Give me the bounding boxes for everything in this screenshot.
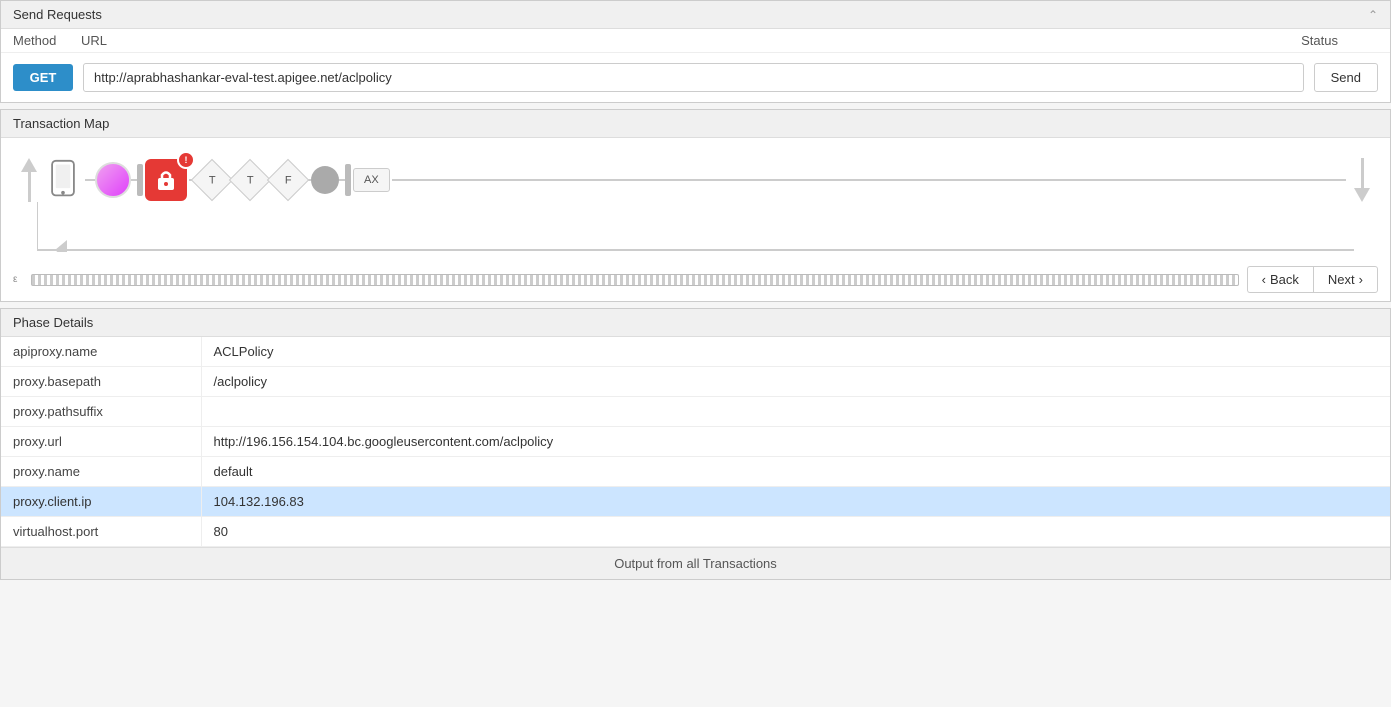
transaction-map-header: Transaction Map	[1, 110, 1390, 138]
url-label: URL	[81, 33, 1293, 48]
send-requests-title: Send Requests	[13, 7, 102, 22]
phase-details-title: Phase Details	[13, 315, 93, 330]
row-key: virtualhost.port	[1, 517, 201, 547]
nav-buttons: ‹ Back Next ›	[1247, 266, 1378, 293]
method-label: Method	[13, 33, 73, 48]
send-button[interactable]: Send	[1314, 63, 1378, 92]
node-ax[interactable]: AX	[353, 168, 390, 192]
main-container: Send Requests ⌃ Method URL Status GET Se…	[0, 0, 1391, 707]
lock-icon	[155, 168, 177, 192]
row-value	[201, 397, 1390, 427]
phase-details-table: apiproxy.nameACLPolicyproxy.basepath/acl…	[1, 337, 1390, 547]
timeline-scrubber[interactable]	[31, 274, 1239, 286]
table-row: proxy.namedefault	[1, 457, 1390, 487]
node-lock[interactable]: !	[145, 159, 187, 201]
back-chevron-icon: ‹	[1262, 272, 1266, 287]
error-badge: !	[177, 151, 195, 169]
row-value: /aclpolicy	[201, 367, 1390, 397]
phase-details-header: Phase Details	[1, 309, 1390, 337]
row-key: proxy.basepath	[1, 367, 201, 397]
phase-details-section: Phase Details apiproxy.nameACLPolicyprox…	[0, 308, 1391, 580]
status-label: Status	[1301, 33, 1338, 48]
table-row: proxy.client.ip104.132.196.83	[1, 487, 1390, 517]
transaction-map-section: Transaction Map	[0, 109, 1391, 302]
next-button[interactable]: Next ›	[1313, 266, 1378, 293]
back-button[interactable]: ‹ Back	[1247, 266, 1313, 293]
return-path-svg	[37, 202, 1354, 252]
table-row: proxy.basepath/aclpolicy	[1, 367, 1390, 397]
table-row: proxy.urlhttp://196.156.154.104.bc.googl…	[1, 427, 1390, 457]
row-value: 80	[201, 517, 1390, 547]
method-url-labels: Method URL Status	[1, 29, 1390, 53]
get-method-button[interactable]: GET	[13, 64, 73, 91]
output-bar-label: Output from all Transactions	[614, 556, 777, 571]
node-diamond-t2[interactable]: T	[229, 159, 271, 201]
node-pink-circle[interactable]	[95, 162, 131, 198]
row-key: proxy.client.ip	[1, 487, 201, 517]
table-row: proxy.pathsuffix	[1, 397, 1390, 427]
row-key: proxy.pathsuffix	[1, 397, 201, 427]
node-diamond-f[interactable]: F	[267, 159, 309, 201]
row-key: apiproxy.name	[1, 337, 201, 367]
node-bar-left	[137, 164, 143, 196]
row-value: default	[201, 457, 1390, 487]
send-requests-section: Send Requests ⌃ Method URL Status GET Se…	[0, 0, 1391, 103]
node-gray-circle[interactable]	[311, 166, 339, 194]
flow-diagram: ! T T	[1, 138, 1390, 262]
collapse-icon[interactable]: ⌃	[1368, 8, 1378, 22]
output-bar: Output from all Transactions	[1, 547, 1390, 579]
node-bar-right	[345, 164, 351, 196]
timeline-area: ε ‹ Back Next ›	[1, 262, 1390, 301]
node-diamond-t1[interactable]: T	[191, 159, 233, 201]
next-chevron-icon: ›	[1359, 272, 1363, 287]
table-row: virtualhost.port80	[1, 517, 1390, 547]
row-value: ACLPolicy	[201, 337, 1390, 367]
epsilon-label: ε	[13, 274, 23, 285]
row-key: proxy.name	[1, 457, 201, 487]
method-url-row: GET Send	[1, 53, 1390, 102]
transaction-map-title: Transaction Map	[13, 116, 109, 131]
node-phone	[45, 159, 81, 202]
url-input[interactable]	[83, 63, 1304, 92]
row-value: http://196.156.154.104.bc.googleusercont…	[201, 427, 1390, 457]
table-row: apiproxy.nameACLPolicy	[1, 337, 1390, 367]
row-value: 104.132.196.83	[201, 487, 1390, 517]
row-key: proxy.url	[1, 427, 201, 457]
send-requests-header: Send Requests ⌃	[1, 1, 1390, 29]
